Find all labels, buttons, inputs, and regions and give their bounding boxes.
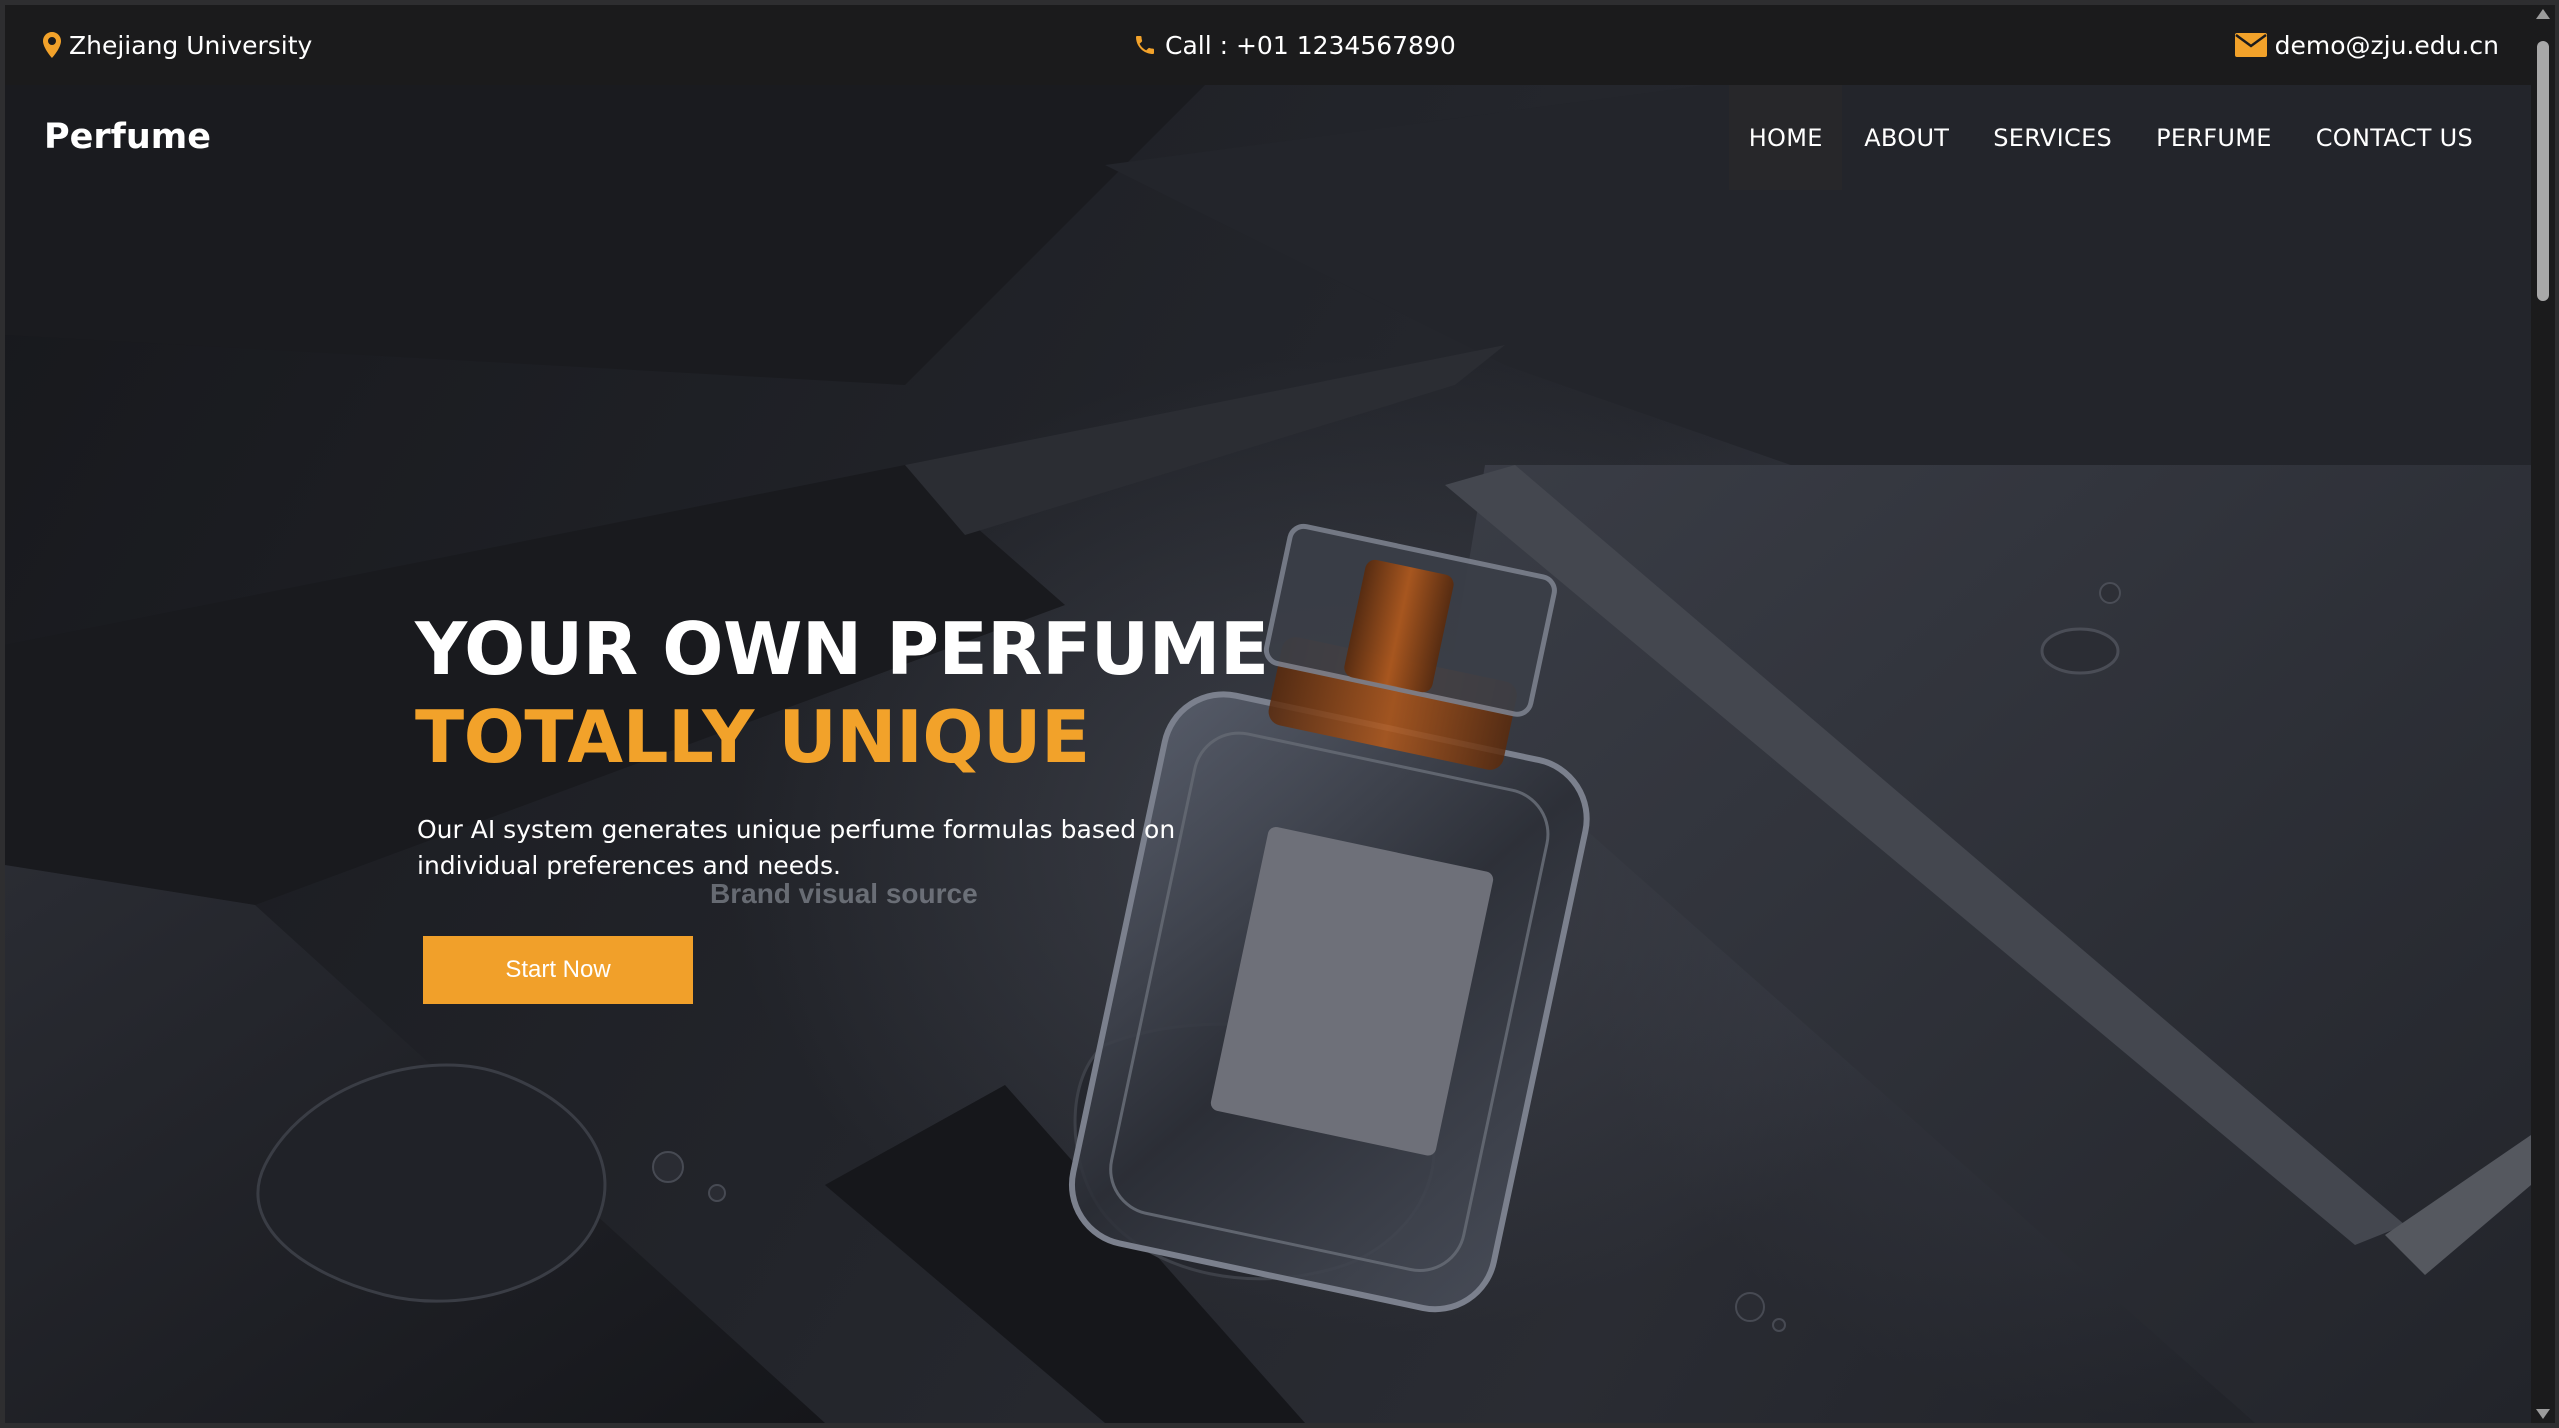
browser-viewport: Zhejiang University Call : +01 123456789… <box>5 5 2531 1423</box>
scroll-up-arrow-icon[interactable] <box>2536 9 2550 19</box>
top-info-bar: Zhejiang University Call : +01 123456789… <box>5 5 2531 85</box>
phone-icon <box>1136 36 1154 54</box>
email-info[interactable]: demo@zju.edu.cn <box>2234 5 2499 85</box>
hero-title-line1: YOUR OWN PERFUME <box>415 607 1269 691</box>
nav-contact-us[interactable]: CONTACT US <box>2294 85 2495 190</box>
location-info: Zhejiang University <box>43 5 312 85</box>
main-nav: HOME ABOUT SERVICES PERFUME CONTACT US <box>1729 85 2531 190</box>
brand-logo[interactable]: Perfume <box>44 117 211 157</box>
email-text: demo@zju.edu.cn <box>2274 30 2499 60</box>
phone-text: Call : +01 1234567890 <box>1165 30 1456 60</box>
nav-home[interactable]: HOME <box>1729 85 1843 190</box>
nav-about[interactable]: ABOUT <box>1842 85 1971 190</box>
hero-section: Perfume HOME ABOUT SERVICES PERFUME CONT… <box>5 85 2531 1423</box>
scroll-down-arrow-icon[interactable] <box>2536 1409 2550 1419</box>
hero-title-line2: TOTALLY UNIQUE <box>415 695 1090 779</box>
hero-title: YOUR OWN PERFUME TOTALLY UNIQUE <box>415 605 1269 781</box>
nav-services[interactable]: SERVICES <box>1971 85 2134 190</box>
phone-info[interactable]: Call : +01 1234567890 <box>1133 5 1456 85</box>
page-scrollbar[interactable] <box>2531 5 2555 1423</box>
scroll-thumb[interactable] <box>2537 41 2549 301</box>
envelope-icon <box>2234 33 2267 57</box>
start-now-button[interactable]: Start Now <box>423 936 693 1004</box>
location-text: Zhejiang University <box>69 30 313 60</box>
hero-description: Our AI system generates unique perfume f… <box>417 815 1176 880</box>
nav-perfume[interactable]: PERFUME <box>2134 85 2294 190</box>
map-pin-icon <box>43 32 61 58</box>
